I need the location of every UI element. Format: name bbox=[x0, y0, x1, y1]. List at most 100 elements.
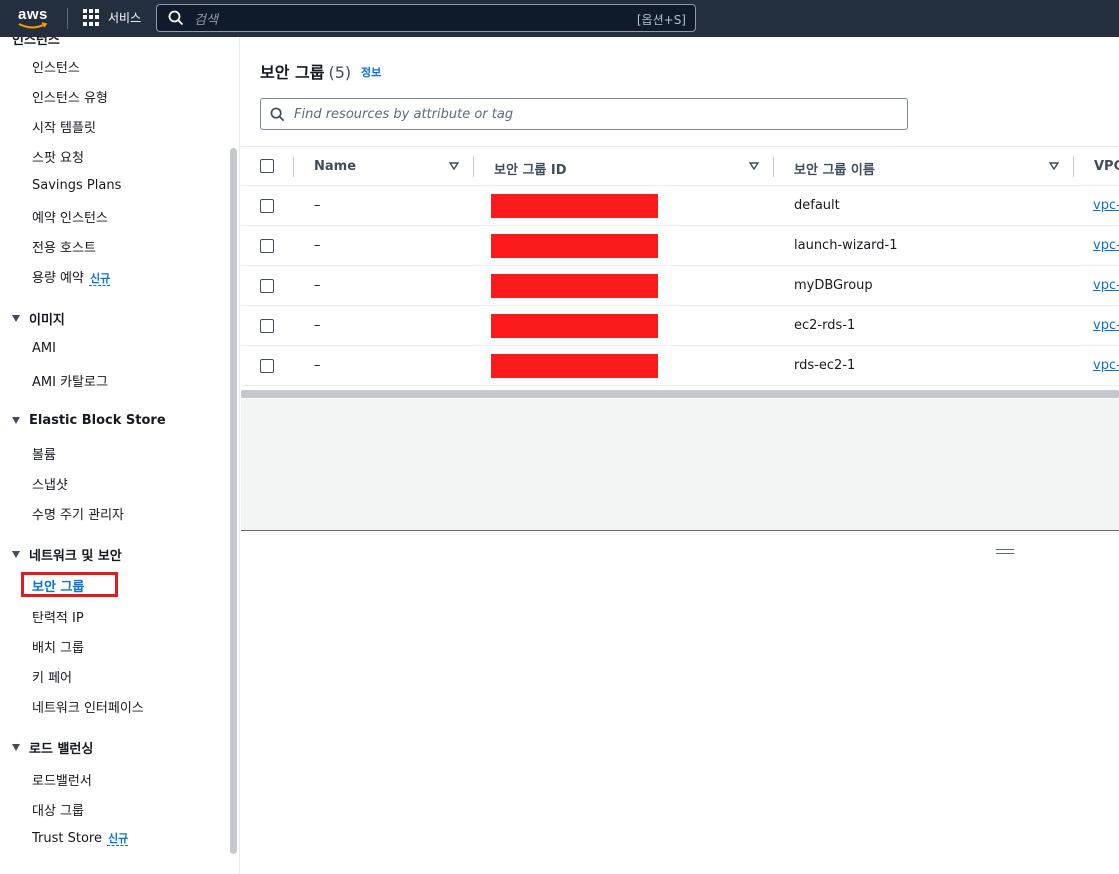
vpc-link[interactable]: vpc- bbox=[1093, 198, 1119, 213]
sidebar-item-ami[interactable]: AMI bbox=[32, 341, 56, 356]
services-menu-button[interactable]: 서비스 bbox=[83, 9, 141, 26]
vpc-link[interactable]: vpc- bbox=[1093, 318, 1119, 333]
sidebar-item-volumes[interactable]: 볼륨 bbox=[32, 444, 56, 463]
search-shortcut-hint: [옵션+S] bbox=[636, 13, 686, 27]
sidebar-item-spot-requests[interactable]: 스팟 요청 bbox=[32, 147, 84, 166]
row-checkbox[interactable] bbox=[260, 359, 274, 373]
group-name-cell: default bbox=[794, 198, 840, 213]
name-cell: – bbox=[314, 238, 321, 253]
column-header-vpc[interactable]: VPC bbox=[1094, 159, 1119, 174]
sidebar-item-reserved-instances[interactable]: 예약 인스턴스 bbox=[32, 207, 108, 226]
section-title: 네트워크 및 보안 bbox=[29, 549, 122, 564]
column-header-name[interactable]: Name bbox=[314, 159, 356, 174]
sidebar-item-instance-types[interactable]: 인스턴스 유형 bbox=[32, 87, 108, 106]
highlight-annotation-box bbox=[21, 572, 118, 597]
redacted-group-id bbox=[491, 194, 658, 218]
row-checkbox[interactable] bbox=[260, 199, 274, 213]
group-name-cell: rds-ec2-1 bbox=[794, 358, 856, 373]
vpc-link[interactable]: vpc- bbox=[1093, 238, 1119, 253]
column-separator[interactable] bbox=[773, 157, 774, 177]
sidebar-item-elastic-ips[interactable]: 탄력적 IP bbox=[32, 607, 84, 626]
sidebar-item-label: Trust Store bbox=[32, 831, 102, 846]
table-horizontal-scrollbar[interactable] bbox=[241, 390, 1119, 398]
select-all-checkbox[interactable] bbox=[260, 159, 274, 173]
aws-smile-icon bbox=[18, 22, 48, 29]
sidebar-item-snapshots[interactable]: 스냅샷 bbox=[32, 474, 68, 493]
name-cell: – bbox=[314, 278, 321, 293]
item-count: (5) bbox=[328, 63, 352, 82]
sidebar-section-instances[interactable]: 인스턴스 bbox=[12, 37, 60, 48]
sidebar-item-ami-catalog[interactable]: AMI 카탈로그 bbox=[32, 371, 108, 390]
services-grid-icon bbox=[83, 9, 100, 26]
sidebar-item-capacity-reservations[interactable]: 용량 예약 신규 bbox=[32, 267, 110, 286]
sidebar-item-dedicated-hosts[interactable]: 전용 호스트 bbox=[32, 237, 96, 256]
table-header: Name 보안 그룹 ID 보안 그룹 이름 VPC bbox=[241, 146, 1119, 186]
group-name-cell: launch-wizard-1 bbox=[794, 238, 898, 253]
vpc-link[interactable]: vpc- bbox=[1093, 358, 1119, 373]
top-navigation: aws 서비스 검색 [옵션+S] bbox=[0, 0, 1119, 37]
section-title: 이미지 bbox=[29, 313, 65, 328]
main-content: 보안 그룹 (5) 정보 Find resources by attribute … bbox=[241, 37, 1119, 874]
table-row[interactable]: – ec2-rds-1 vpc- bbox=[241, 306, 1119, 346]
global-search-input[interactable]: 검색 [옵션+S] bbox=[156, 4, 696, 32]
sort-icon[interactable] bbox=[449, 162, 459, 170]
caret-down-icon bbox=[12, 315, 20, 322]
row-checkbox[interactable] bbox=[260, 319, 274, 333]
info-link[interactable]: 정보 bbox=[361, 64, 381, 80]
sidebar-item-label: 용량 예약 bbox=[32, 271, 84, 286]
sidebar-item-instances[interactable]: 인스턴스 bbox=[32, 57, 80, 76]
group-name-cell: myDBGroup bbox=[794, 278, 873, 293]
redacted-group-id bbox=[491, 274, 658, 298]
group-name-cell: ec2-rds-1 bbox=[794, 318, 856, 333]
column-separator[interactable] bbox=[1073, 157, 1074, 177]
sidebar-section-ebs[interactable]: Elastic Block Store bbox=[12, 413, 166, 428]
name-cell: – bbox=[314, 198, 321, 213]
section-title: Elastic Block Store bbox=[29, 413, 166, 428]
table-row[interactable]: – launch-wizard-1 vpc- bbox=[241, 226, 1119, 266]
sidebar-section-load-balancing[interactable]: 로드 밸런싱 bbox=[12, 738, 93, 757]
sidebar-item-network-interfaces[interactable]: 네트워크 인터페이스 bbox=[32, 697, 144, 716]
column-header-group-name[interactable]: 보안 그룹 이름 bbox=[794, 159, 875, 178]
row-checkbox[interactable] bbox=[260, 239, 274, 253]
resource-filter-input[interactable]: Find resources by attribute or tag bbox=[260, 98, 908, 130]
sidebar-item-key-pairs[interactable]: 키 페어 bbox=[32, 667, 72, 686]
table-row[interactable]: – default vpc- bbox=[241, 186, 1119, 226]
search-icon bbox=[168, 10, 184, 26]
aws-logo[interactable]: aws bbox=[16, 5, 52, 31]
name-cell: – bbox=[314, 318, 321, 333]
redacted-group-id bbox=[491, 314, 658, 338]
sidebar-scrollbar[interactable] bbox=[230, 148, 237, 854]
sidebar-item-trust-store[interactable]: Trust Store 신규 bbox=[32, 830, 128, 846]
filter-placeholder: Find resources by attribute or tag bbox=[294, 106, 514, 122]
sidebar-item-placement-groups[interactable]: 배치 그룹 bbox=[32, 637, 84, 656]
column-separator bbox=[293, 157, 294, 177]
page-title: 보안 그룹 (5) bbox=[260, 59, 351, 83]
column-header-group-id[interactable]: 보안 그룹 ID bbox=[494, 159, 567, 178]
row-checkbox[interactable] bbox=[260, 279, 274, 293]
sort-icon[interactable] bbox=[749, 162, 759, 170]
sidebar-section-images[interactable]: 이미지 bbox=[12, 309, 65, 328]
sidebar-item-lifecycle-manager[interactable]: 수명 주기 관리자 bbox=[32, 504, 124, 523]
column-separator[interactable] bbox=[473, 157, 474, 177]
sidebar-item-target-groups[interactable]: 대상 그룹 bbox=[32, 800, 84, 819]
new-badge: 신규 bbox=[107, 832, 129, 845]
sort-icon[interactable] bbox=[1049, 162, 1059, 170]
caret-down-icon bbox=[12, 551, 20, 558]
new-badge: 신규 bbox=[89, 272, 111, 285]
sidebar-item-savings-plans[interactable]: Savings Plans bbox=[32, 178, 121, 193]
section-title: 로드 밸런싱 bbox=[29, 742, 94, 757]
search-placeholder: 검색 bbox=[194, 12, 218, 28]
table-row[interactable]: – myDBGroup vpc- bbox=[241, 266, 1119, 306]
sidebar-item-launch-templates[interactable]: 시작 템플릿 bbox=[32, 117, 96, 136]
caret-down-icon bbox=[12, 417, 20, 424]
split-panel-resize-handle[interactable] bbox=[996, 549, 1014, 554]
search-icon bbox=[270, 107, 285, 121]
table-row[interactable]: – rds-ec2-1 vpc- bbox=[241, 346, 1119, 386]
redacted-group-id bbox=[491, 354, 658, 378]
sidebar-navigation: 인스턴스 인스턴스 인스턴스 유형 시작 템플릿 스팟 요청 Savings P… bbox=[0, 37, 228, 874]
sidebar-item-load-balancers[interactable]: 로드밸런서 bbox=[32, 770, 92, 789]
vpc-link[interactable]: vpc- bbox=[1093, 278, 1119, 293]
sidebar-section-network-security[interactable]: 네트워크 및 보안 bbox=[12, 545, 122, 564]
page-title-text: 보안 그룹 bbox=[260, 63, 325, 82]
aws-logo-text: aws bbox=[18, 6, 48, 23]
